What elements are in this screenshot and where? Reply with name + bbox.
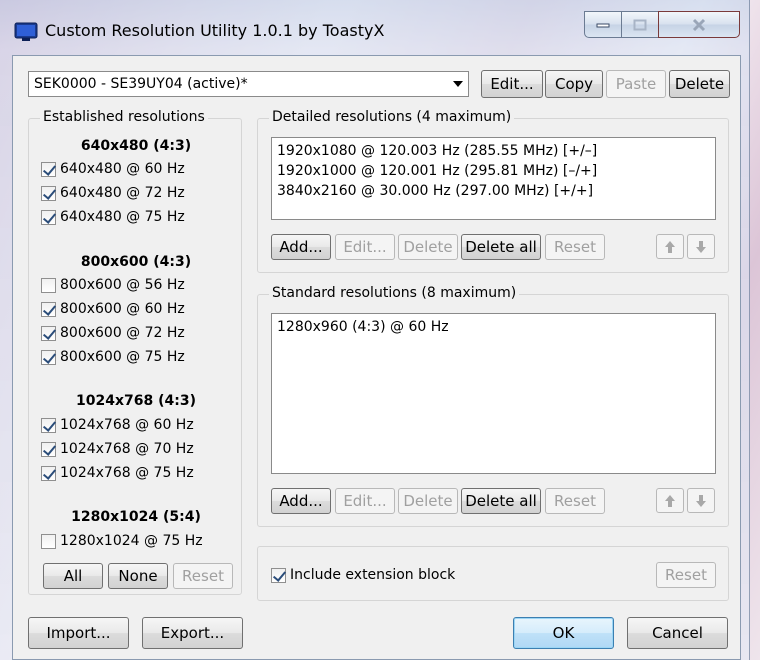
standard-delete-all-button[interactable]: Delete all <box>461 488 541 514</box>
maximize-button[interactable] <box>621 11 659 38</box>
minimize-icon <box>596 23 610 27</box>
checkbox-label: 800x600 @ 75 Hz <box>60 349 185 365</box>
arrow-down-icon <box>696 240 706 253</box>
paste-button[interactable]: Paste <box>606 70 666 98</box>
detailed-edit-button[interactable]: Edit... <box>335 234 395 260</box>
checkbox-check-icon <box>41 349 56 365</box>
checkbox-800x600-75[interactable]: 800x600 @ 75 Hz <box>41 347 185 367</box>
minimize-button[interactable] <box>584 11 622 38</box>
monitor-select-value: SEK0000 - SE39UY04 (active)* <box>34 76 248 92</box>
standard-reset-button[interactable]: Reset <box>545 488 605 514</box>
close-icon <box>692 18 706 31</box>
checkbox-check-icon <box>41 465 56 481</box>
include-extension-checkbox[interactable]: Include extension block <box>271 565 455 585</box>
arrow-down-icon <box>696 494 706 507</box>
list-item[interactable]: 1280x960 (4:3) @ 60 Hz <box>277 317 710 337</box>
detailed-resolutions-group: Detailed resolutions (4 maximum) 1920x10… <box>257 109 729 273</box>
group-heading-1280: 1280x1024 (5:4) <box>71 509 201 525</box>
standard-edit-button[interactable]: Edit... <box>335 488 395 514</box>
checkbox-check-icon <box>41 417 56 433</box>
checkbox-label: 800x600 @ 72 Hz <box>60 325 185 341</box>
checkbox-label: 1024x768 @ 75 Hz <box>60 465 194 481</box>
checkbox-label: 640x480 @ 75 Hz <box>60 209 185 225</box>
standard-move-down-button[interactable] <box>687 488 715 513</box>
standard-move-up-button[interactable] <box>656 488 684 513</box>
detailed-move-up-button[interactable] <box>656 234 684 259</box>
monitor-icon <box>14 22 38 41</box>
checkbox-640x480-72[interactable]: 640x480 @ 72 Hz <box>41 183 185 203</box>
checkbox-label: 800x600 @ 60 Hz <box>60 301 185 317</box>
list-item[interactable]: 1920x1000 @ 120.001 Hz (295.81 MHz) [–/+… <box>277 161 710 181</box>
arrow-up-icon <box>665 240 675 253</box>
standard-resolutions-list[interactable]: 1280x960 (4:3) @ 60 Hz <box>271 313 716 474</box>
checkbox-1024x768-70[interactable]: 1024x768 @ 70 Hz <box>41 439 194 459</box>
detailed-move-down-button[interactable] <box>687 234 715 259</box>
detailed-add-button[interactable]: Add... <box>271 234 331 260</box>
detailed-resolutions-list[interactable]: 1920x1080 @ 120.003 Hz (285.55 MHz) [+/–… <box>271 137 716 220</box>
group-heading-1024: 1024x768 (4:3) <box>76 393 196 409</box>
checkbox-label: 800x600 @ 56 Hz <box>60 277 185 293</box>
checkbox-800x600-72[interactable]: 800x600 @ 72 Hz <box>41 323 185 343</box>
checkbox-label: 1024x768 @ 70 Hz <box>60 441 194 457</box>
cancel-button[interactable]: Cancel <box>627 617 728 649</box>
caption-buttons <box>584 11 740 38</box>
checkbox-check-icon <box>41 325 56 341</box>
import-button[interactable]: Import... <box>28 617 129 649</box>
export-button[interactable]: Export... <box>142 617 243 649</box>
established-resolutions-group: Established resolutions 640x480 (4:3) 64… <box>28 109 242 595</box>
edit-monitor-button[interactable]: Edit... <box>481 70 543 98</box>
detailed-title: Detailed resolutions (4 maximum) <box>269 109 515 125</box>
standard-title: Standard resolutions (8 maximum) <box>269 285 520 301</box>
extension-block-group: Include extension block Reset <box>257 546 729 601</box>
group-heading-800: 800x600 (4:3) <box>80 254 192 270</box>
checkbox-label: Include extension block <box>290 567 456 583</box>
maximize-icon <box>633 19 647 30</box>
established-reset-button[interactable]: Reset <box>173 563 233 589</box>
checkbox-check-icon <box>41 209 56 225</box>
window-title: Custom Resolution Utility 1.0.1 by Toast… <box>45 21 385 40</box>
checkbox-check-icon <box>41 301 56 317</box>
select-all-button[interactable]: All <box>43 563 103 589</box>
checkbox-check-icon <box>41 185 56 201</box>
standard-delete-button[interactable]: Delete <box>398 488 458 514</box>
checkbox-label: 640x480 @ 60 Hz <box>60 161 185 177</box>
checkbox-640x480-75[interactable]: 640x480 @ 75 Hz <box>41 207 185 227</box>
client-area: SEK0000 - SE39UY04 (active)* Edit... Cop… <box>12 55 741 660</box>
checkbox-check-icon <box>41 441 56 457</box>
list-item[interactable]: 1920x1080 @ 120.003 Hz (285.55 MHz) [+/–… <box>277 141 710 161</box>
checkbox-label: 640x480 @ 72 Hz <box>60 185 185 201</box>
checkbox-label: 1280x1024 @ 75 Hz <box>60 533 203 549</box>
established-title: Established resolutions <box>40 109 208 125</box>
group-heading-640: 640x480 (4:3) <box>80 138 192 154</box>
monitor-select[interactable]: SEK0000 - SE39UY04 (active)* <box>28 71 469 97</box>
checkbox-label: 1024x768 @ 60 Hz <box>60 417 194 433</box>
select-none-button[interactable]: None <box>108 563 168 589</box>
checkbox-1280x1024-75[interactable]: 1280x1024 @ 75 Hz <box>41 531 203 551</box>
arrow-up-icon <box>665 494 675 507</box>
standard-resolutions-group: Standard resolutions (8 maximum) 1280x96… <box>257 285 729 527</box>
dropdown-arrow-icon <box>453 81 463 87</box>
checkbox-check-icon <box>271 567 286 583</box>
checkbox-1024x768-60[interactable]: 1024x768 @ 60 Hz <box>41 415 194 435</box>
detailed-delete-all-button[interactable]: Delete all <box>461 234 541 260</box>
ok-button[interactable]: OK <box>513 617 614 649</box>
checkbox-800x600-60[interactable]: 800x600 @ 60 Hz <box>41 299 185 319</box>
checkbox-640x480-60[interactable]: 640x480 @ 60 Hz <box>41 159 185 179</box>
list-item[interactable]: 3840x2160 @ 30.000 Hz (297.00 MHz) [+/+] <box>277 181 710 201</box>
standard-add-button[interactable]: Add... <box>271 488 331 514</box>
checkbox-1024x768-75[interactable]: 1024x768 @ 75 Hz <box>41 463 194 483</box>
close-button[interactable] <box>658 11 740 38</box>
detailed-delete-button[interactable]: Delete <box>398 234 458 260</box>
extension-reset-button[interactable]: Reset <box>656 562 716 588</box>
checkbox-800x600-56[interactable]: 800x600 @ 56 Hz <box>41 275 185 295</box>
detailed-reset-button[interactable]: Reset <box>545 234 605 260</box>
checkbox-check-icon <box>41 161 56 177</box>
copy-button[interactable]: Copy <box>545 70 603 98</box>
checkbox-box <box>41 533 56 549</box>
delete-monitor-button[interactable]: Delete <box>669 70 730 98</box>
checkbox-box <box>41 277 56 293</box>
